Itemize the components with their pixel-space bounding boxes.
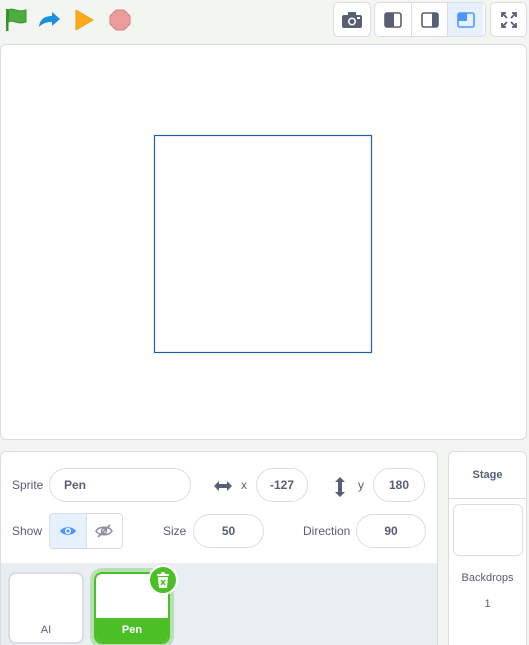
y-position-input[interactable]: 180 xyxy=(373,468,425,502)
screenshot-button-group xyxy=(333,2,371,37)
fullscreen-button-group xyxy=(490,2,527,37)
sprite-tile-name: AI xyxy=(40,624,52,636)
x-label: x xyxy=(241,478,247,492)
visibility-toggle xyxy=(49,513,123,549)
stage-target-pane: Stage Backdrops 1 xyxy=(448,451,527,645)
x-arrows-icon xyxy=(213,479,233,498)
sprite-list: AI Pen xyxy=(0,563,438,645)
backdrops-label: Backdrops xyxy=(461,572,514,584)
y-arrows-icon xyxy=(333,476,347,503)
stage-canvas[interactable] xyxy=(0,44,527,440)
stage-toolbar xyxy=(0,0,529,42)
y-label: y xyxy=(358,478,364,492)
orange-play-icon[interactable] xyxy=(70,6,98,34)
stage-thumbnail[interactable] xyxy=(453,504,523,556)
sprite-tile-name: Pen xyxy=(96,618,168,642)
small-stage-icon[interactable] xyxy=(375,3,411,36)
sprite-name-input[interactable]: Pen xyxy=(49,468,191,502)
direction-input[interactable]: 90 xyxy=(356,514,426,548)
direction-label: Direction xyxy=(303,524,351,538)
sprite-tile-ai[interactable]: AI xyxy=(8,572,84,644)
stop-icon[interactable] xyxy=(106,6,134,34)
tiled-stage-icon[interactable] xyxy=(447,3,483,36)
camera-icon[interactable] xyxy=(334,3,370,36)
stage-layout-group xyxy=(374,2,486,37)
delete-sprite-button[interactable] xyxy=(148,565,178,595)
fullscreen-icon[interactable] xyxy=(491,3,526,36)
green-flag-icon[interactable] xyxy=(2,6,30,34)
backdrops-count: 1 xyxy=(484,598,491,610)
stage-pane-title: Stage xyxy=(449,452,526,499)
size-label: Size xyxy=(163,524,187,538)
x-position-input[interactable]: -127 xyxy=(256,468,308,502)
trash-icon xyxy=(155,571,171,589)
drawn-square xyxy=(153,134,373,354)
sprite-label: Sprite xyxy=(12,478,44,492)
normal-stage-icon[interactable] xyxy=(411,3,447,36)
size-input[interactable]: 50 xyxy=(193,514,264,548)
redo-arrow-icon[interactable] xyxy=(35,6,63,34)
show-label: Show xyxy=(12,524,43,538)
sprite-info-panel: Sprite Pen x -127 y 180 Show Size 50 Dir… xyxy=(0,451,438,563)
hide-eye-icon[interactable] xyxy=(85,514,123,548)
pen-drawing xyxy=(153,134,373,354)
show-eye-icon[interactable] xyxy=(50,514,86,548)
